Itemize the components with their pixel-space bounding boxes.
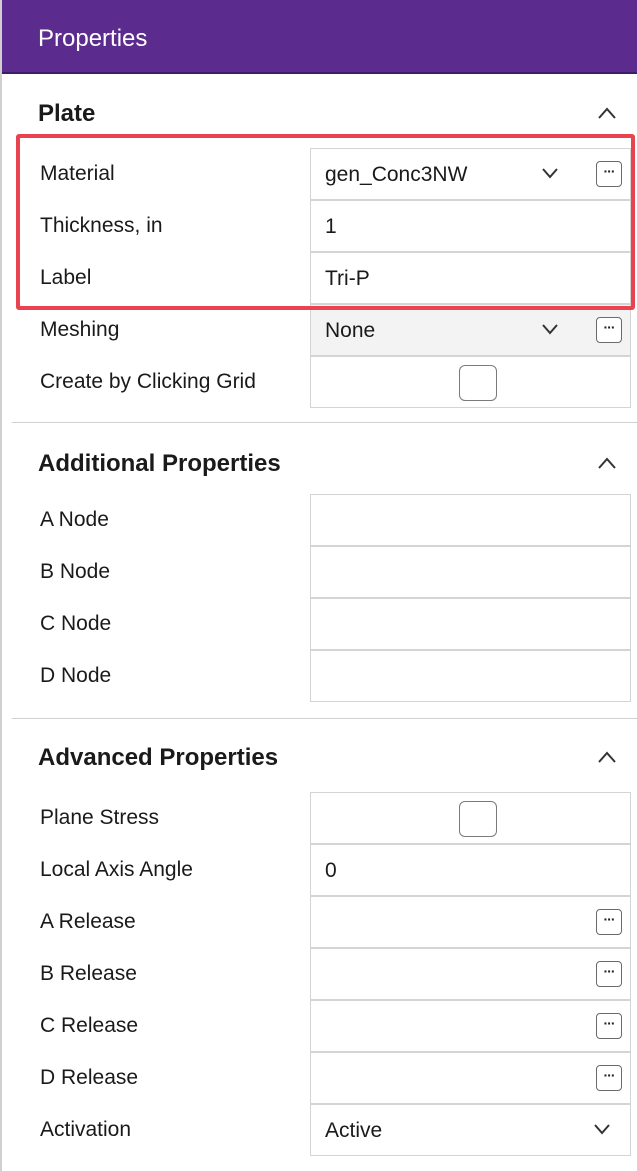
row-a-release: A Release ··· <box>2 896 637 948</box>
section-title-advanced: Advanced Properties <box>38 744 279 771</box>
local-axis-angle-input[interactable]: 0 <box>310 844 631 896</box>
c-release-browse-button[interactable]: ··· <box>596 1013 622 1039</box>
activation-label: Activation <box>40 1118 132 1141</box>
local-axis-angle-label: Local Axis Angle <box>40 858 193 881</box>
row-plane-stress: Plane Stress <box>2 792 637 844</box>
activation-select[interactable]: Active <box>310 1104 631 1156</box>
d-release-input[interactable]: ··· <box>310 1052 631 1104</box>
meshing-browse-button[interactable]: ··· <box>596 317 622 343</box>
plane-stress-checkbox[interactable] <box>459 801 497 837</box>
row-c-release: C Release ··· <box>2 1000 637 1052</box>
c-node-label: C Node <box>40 612 112 635</box>
b-node-label: B Node <box>40 560 111 583</box>
material-browse-button[interactable]: ··· <box>596 161 622 187</box>
meshing-label: Meshing <box>40 318 120 341</box>
label-value: Tri-P <box>325 267 370 290</box>
b-release-label: B Release <box>40 962 137 985</box>
properties-panel: Properties Plate Material gen_Conc3NW ··… <box>0 0 637 1171</box>
row-thickness: Thickness, in 1 <box>2 200 637 252</box>
section-title-additional: Additional Properties <box>38 450 281 477</box>
a-release-label: A Release <box>40 910 136 933</box>
c-release-label: C Release <box>40 1014 139 1037</box>
chevron-down-icon[interactable] <box>541 167 559 179</box>
create-by-clicking-grid-cell <box>310 356 631 408</box>
a-node-label: A Node <box>40 508 109 531</box>
row-d-node: D Node <box>2 650 637 702</box>
panel-title: Properties <box>38 25 148 52</box>
section-divider <box>12 422 637 423</box>
thickness-label: Thickness, in <box>40 214 163 237</box>
thickness-input[interactable]: 1 <box>310 200 631 252</box>
chevron-down-icon[interactable] <box>593 1123 611 1135</box>
d-node-input[interactable] <box>310 650 631 702</box>
c-node-input[interactable] <box>310 598 631 650</box>
meshing-select[interactable]: None ··· <box>310 304 631 356</box>
plane-stress-label: Plane Stress <box>40 806 160 829</box>
a-release-browse-button[interactable]: ··· <box>596 909 622 935</box>
section-divider <box>12 718 637 719</box>
label-input[interactable]: Tri-P <box>310 252 631 304</box>
row-b-release: B Release ··· <box>2 948 637 1000</box>
create-by-clicking-grid-checkbox[interactable] <box>459 365 497 401</box>
section-header-advanced[interactable]: Advanced Properties <box>2 728 637 784</box>
row-local-axis-angle: Local Axis Angle 0 <box>2 844 637 896</box>
row-material: Material gen_Conc3NW ··· <box>2 148 637 200</box>
b-release-browse-button[interactable]: ··· <box>596 961 622 987</box>
local-axis-angle-value: 0 <box>325 859 337 882</box>
chevron-up-icon[interactable] <box>597 106 617 120</box>
section-header-plate[interactable]: Plate <box>2 84 637 140</box>
create-by-clicking-grid-label: Create by Clicking Grid <box>40 370 256 393</box>
row-meshing: Meshing None ··· <box>2 304 637 356</box>
row-d-release: D Release ··· <box>2 1052 637 1104</box>
thickness-value: 1 <box>325 215 337 238</box>
chevron-up-icon[interactable] <box>597 750 617 764</box>
c-release-input[interactable]: ··· <box>310 1000 631 1052</box>
row-c-node: C Node <box>2 598 637 650</box>
plane-stress-cell <box>310 792 631 844</box>
row-activation: Activation Active <box>2 1104 637 1156</box>
material-label: Material <box>40 162 115 185</box>
material-select[interactable]: gen_Conc3NW ··· <box>310 148 631 200</box>
d-release-label: D Release <box>40 1066 139 1089</box>
row-label: Label Tri-P <box>2 252 637 304</box>
chevron-down-icon[interactable] <box>541 323 559 335</box>
d-release-browse-button[interactable]: ··· <box>596 1065 622 1091</box>
row-a-node: A Node <box>2 494 637 546</box>
b-node-input[interactable] <box>310 546 631 598</box>
a-release-input[interactable]: ··· <box>310 896 631 948</box>
activation-value: Active <box>325 1119 383 1142</box>
properties-title-bar: Properties <box>2 0 637 74</box>
b-release-input[interactable]: ··· <box>310 948 631 1000</box>
material-value: gen_Conc3NW <box>325 163 468 186</box>
section-title-plate: Plate <box>38 100 96 127</box>
row-create-by-clicking-grid: Create by Clicking Grid <box>2 356 637 408</box>
row-b-node: B Node <box>2 546 637 598</box>
meshing-value: None <box>325 319 376 342</box>
a-node-input[interactable] <box>310 494 631 546</box>
label-label: Label <box>40 266 92 289</box>
chevron-up-icon[interactable] <box>597 456 617 470</box>
section-header-additional[interactable]: Additional Properties <box>2 434 637 490</box>
d-node-label: D Node <box>40 664 112 687</box>
